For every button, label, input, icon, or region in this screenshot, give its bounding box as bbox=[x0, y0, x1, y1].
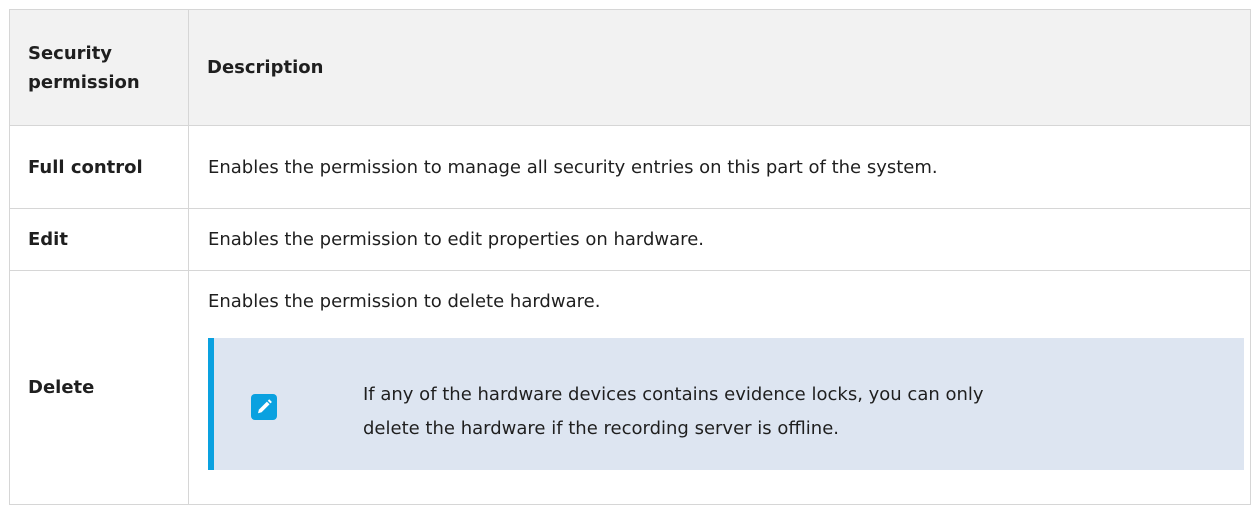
note-text-line-2: delete the hardware if the recording ser… bbox=[363, 418, 839, 439]
security-permissions-table: Security permission Description Full con… bbox=[9, 9, 1251, 505]
table-row: Delete Enables the permission to delete … bbox=[9, 270, 1251, 505]
note-text-line-1: If any of the hardware devices contains … bbox=[363, 384, 984, 405]
permission-name-cell: Edit bbox=[9, 208, 189, 271]
header-security-permission-label: Security permission bbox=[28, 42, 140, 93]
permission-description-cell: Enables the permission to edit propertie… bbox=[188, 208, 1251, 271]
header-description: Description bbox=[188, 9, 1251, 126]
table-header-row: Security permission Description bbox=[9, 9, 1251, 126]
permission-description-cell: Enables the permission to delete hardwar… bbox=[188, 270, 1251, 505]
header-security-permission: Security permission bbox=[9, 9, 189, 126]
note-callout: If any of the hardware devices contains … bbox=[208, 338, 1244, 470]
pencil-icon bbox=[251, 394, 277, 420]
table-row: Edit Enables the permission to edit prop… bbox=[9, 208, 1251, 271]
permission-description-cell: Enables the permission to manage all sec… bbox=[188, 125, 1251, 209]
header-description-label: Description bbox=[207, 57, 324, 78]
permission-name-cell: Full control bbox=[9, 125, 189, 209]
permission-name-cell: Delete bbox=[9, 270, 189, 505]
permission-description-text: Enables the permission to delete hardwar… bbox=[208, 291, 601, 312]
table-row: Full control Enables the permission to m… bbox=[9, 125, 1251, 209]
note-text: If any of the hardware devices contains … bbox=[363, 378, 1083, 446]
